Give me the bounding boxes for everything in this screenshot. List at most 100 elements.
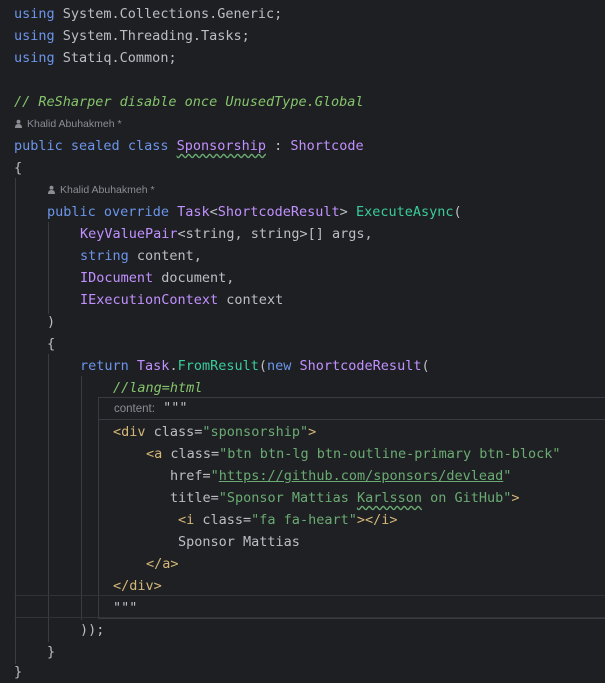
author-name: Khalid Abuhakmeh *	[60, 184, 155, 196]
html-tag: <div	[113, 424, 146, 440]
author-hint[interactable]: Khalid Abuhakmeh *	[14, 115, 122, 133]
type-name: ShortcodeResult	[217, 204, 340, 220]
namespace: System.Threading.Tasks	[62, 28, 242, 44]
param-type: IDocument	[80, 270, 154, 286]
param-rest: content,	[128, 248, 202, 264]
indent-guide	[15, 178, 16, 664]
html-attr-value: on GitHub"	[421, 490, 512, 506]
param-rest: document,	[153, 270, 235, 286]
person-icon	[47, 185, 56, 194]
lang-comment[interactable]: //lang=html	[113, 377, 202, 399]
param-hint-label: content:	[114, 403, 155, 415]
method-name: ExecuteAsync	[355, 204, 454, 220]
html-a-open[interactable]: <a class="btn btn-lg btn-outline-primary…	[146, 443, 561, 465]
html-attr-value: "btn btn-lg btn-outline-primary btn-bloc…	[219, 446, 561, 462]
type-name: Task	[136, 358, 170, 374]
html-attr: title=	[170, 490, 219, 506]
quote: "	[503, 468, 512, 484]
keyword: using	[14, 6, 55, 22]
param-rest: <string, string>[] args,	[177, 226, 373, 242]
param-line[interactable]: KeyValuePair<string, string>[] args,	[80, 223, 373, 245]
html-a-close[interactable]: </a>	[146, 553, 179, 575]
resharper-comment[interactable]: // ReSharper disable once UnusedType.Glo…	[14, 91, 364, 113]
html-i-tag[interactable]: <i class="fa fa-heart"></i>	[178, 509, 397, 531]
inner-open-brace: {	[47, 336, 56, 352]
html-attr: class=	[194, 512, 252, 528]
quote: "	[210, 468, 219, 484]
html-tag: <i	[178, 512, 195, 528]
angle-bracket: >	[339, 204, 348, 220]
html-attr-value: "fa fa-heart"	[251, 512, 357, 528]
method-call: FromResult	[177, 358, 259, 374]
keyword: public	[14, 138, 63, 154]
dot: .	[169, 358, 178, 374]
indent-guide	[48, 222, 49, 314]
sponsor-link[interactable]: https://github.com/sponsors/devlead	[219, 468, 503, 484]
namespace: Statiq.Common	[62, 50, 169, 66]
code-editor[interactable]: using System.Collections.Generic; using …	[0, 0, 605, 680]
html-attr: href=	[170, 468, 211, 484]
html-div-open[interactable]: <div class="sponsorship">	[113, 421, 316, 443]
html-tag: >	[511, 490, 520, 506]
class-name: Sponsorship	[176, 138, 267, 154]
using-line[interactable]: using System.Collections.Generic;	[14, 3, 282, 25]
inner-close-brace: }	[47, 644, 56, 660]
angle-bracket: <	[209, 204, 218, 220]
colon: :	[266, 138, 291, 154]
param-type: IExecutionContext	[80, 292, 219, 308]
html-attr-value: "sponsorship"	[202, 424, 309, 440]
using-line[interactable]: using System.Threading.Tasks;	[14, 25, 250, 47]
namespace: System.Collections.Generic	[62, 6, 275, 22]
indent-guide	[48, 354, 49, 642]
keyword: using	[14, 28, 55, 44]
return-line[interactable]: return Task.FromResult(new ShortcodeResu…	[80, 355, 430, 377]
using-line[interactable]: using Statiq.Common;	[14, 47, 177, 69]
close-call[interactable]: ));	[80, 619, 104, 641]
paren: (	[258, 358, 267, 374]
html-text[interactable]: Sponsor Mattias	[178, 531, 300, 553]
html-attr-value: Karlsson	[356, 490, 422, 506]
grid-line	[14, 617, 605, 618]
paren: (	[453, 204, 462, 220]
type-name: ShortcodeResult	[299, 358, 422, 374]
keyword: return	[80, 358, 129, 374]
open-brace: {	[14, 160, 23, 176]
semicolon: ;	[274, 6, 283, 22]
html-title-line[interactable]: title="Sponsor Mattias Karlsson on GitHu…	[170, 487, 520, 509]
html-href-line[interactable]: href="https://github.com/sponsors/devlea…	[170, 465, 511, 487]
grid-line	[14, 595, 605, 596]
class-declaration[interactable]: public sealed class Sponsorship : Shortc…	[14, 135, 364, 157]
semicolon: ;	[168, 50, 177, 66]
raw-string-open: """	[163, 400, 188, 416]
param-rest: context	[218, 292, 284, 308]
html-tag: ></i>	[356, 512, 398, 528]
keyword: using	[14, 50, 55, 66]
html-tag: <a	[146, 446, 163, 462]
html-attr: class=	[145, 424, 203, 440]
param-line[interactable]: string content,	[80, 245, 202, 267]
close-paren: )	[47, 314, 56, 330]
base-class: Shortcode	[290, 138, 364, 154]
semicolon: ;	[241, 28, 250, 44]
keyword: sealed	[70, 138, 120, 154]
author-name: Khalid Abuhakmeh *	[27, 118, 122, 130]
type-name: Task	[177, 204, 210, 220]
indent-guide	[81, 376, 82, 620]
person-icon	[14, 119, 23, 128]
param-type: string	[80, 248, 129, 264]
raw-string-close[interactable]: """	[113, 597, 137, 619]
content-param-hint: content: """	[114, 397, 187, 419]
keyword: public	[47, 204, 96, 220]
param-line[interactable]: IExecutionContext context	[80, 289, 283, 311]
keyword: class	[127, 138, 169, 154]
html-attr-value: "Sponsor Mattias	[218, 490, 357, 506]
html-div-close[interactable]: </div>	[113, 575, 162, 597]
html-attr: class=	[162, 446, 220, 462]
param-line[interactable]: IDocument document,	[80, 267, 234, 289]
html-tag: >	[308, 424, 317, 440]
paren: (	[421, 358, 430, 374]
method-declaration[interactable]: public override Task<ShortcodeResult> Ex…	[47, 201, 462, 223]
author-hint[interactable]: Khalid Abuhakmeh *	[47, 181, 155, 199]
keyword: new	[267, 358, 292, 374]
param-type: KeyValuePair	[80, 226, 178, 242]
